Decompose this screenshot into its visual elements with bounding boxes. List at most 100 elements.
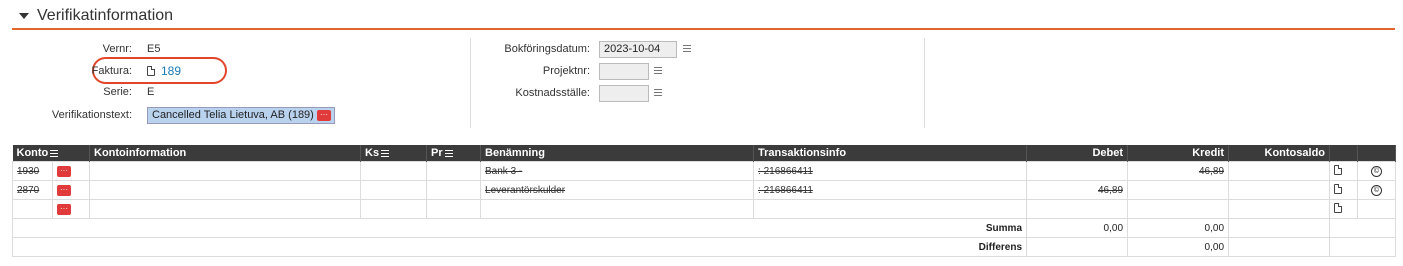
pr-cell[interactable]: [426, 161, 482, 181]
dots-cell: ···: [51, 161, 91, 181]
copyright-cell[interactable]: ©: [1357, 161, 1397, 181]
summa-debet: 0,00: [1026, 218, 1129, 238]
benamning-cell[interactable]: Bank 3 -: [480, 161, 755, 181]
faktura-label: Faktura:: [91, 65, 132, 77]
blank-cell: [1228, 218, 1331, 238]
faktura-value[interactable]: 189: [161, 64, 181, 78]
transaktionsinfo-cell[interactable]: : 216866411: [753, 161, 1028, 181]
copyright-cell[interactable]: ©: [1357, 180, 1397, 200]
table-header-row: Konto Kontoinformation Ks Pr Benämning T…: [12, 145, 1397, 162]
verifikationstext-value: Cancelled Telia Lietuva, AB (189): [152, 109, 314, 121]
differens-row: Differens 0,00: [11, 237, 1397, 257]
col-header-pr[interactable]: Pr: [426, 145, 482, 162]
kredit-cell[interactable]: 46,89: [1127, 161, 1230, 181]
col-header-debet[interactable]: Debet: [1026, 145, 1129, 162]
form-panel-left: Vernr: E5 Faktura: 189 Serie: E Verifika…: [12, 38, 471, 128]
kontosaldo-cell: [1228, 161, 1331, 181]
copyright-icon[interactable]: ©: [1371, 185, 1383, 196]
section-title: Verifikatinformation: [37, 7, 174, 24]
blank-cell: [1329, 237, 1397, 257]
form-panel-right: Bokföringsdatum: 2023-10-04 Projektnr: K…: [470, 38, 925, 128]
col-header-kredit[interactable]: Kredit: [1127, 145, 1230, 162]
bokforingsdatum-label: Bokföringsdatum:: [504, 43, 590, 55]
more-options-button[interactable]: ···: [57, 166, 71, 177]
list-icon[interactable]: [654, 67, 662, 74]
debet-cell[interactable]: 46,89: [1026, 180, 1129, 200]
list-icon: [381, 149, 390, 157]
list-icon[interactable]: [654, 89, 662, 96]
document-icon[interactable]: [1334, 202, 1343, 213]
projektnr-label: Projektnr:: [542, 65, 590, 77]
konto-cell[interactable]: 2870: [12, 180, 53, 200]
blank-cell: [1026, 237, 1129, 257]
list-icon: [50, 149, 59, 157]
kontosaldo-cell: [1228, 180, 1331, 200]
benamning-cell[interactable]: Leverantörskulder: [480, 180, 755, 200]
projektnr-input[interactable]: [599, 63, 649, 80]
col-header-kontosaldo[interactable]: Kontosaldo: [1228, 145, 1331, 162]
doc-cell[interactable]: [1329, 199, 1359, 219]
col-header-kontoinformation[interactable]: Kontoinformation: [89, 145, 362, 162]
more-options-button[interactable]: ···: [57, 185, 71, 196]
vernr-label: Vernr:: [102, 43, 132, 55]
kostnadsstalle-input[interactable]: [599, 85, 649, 102]
verifikationstext-field[interactable]: Cancelled Telia Lietuva, AB (189) ···: [147, 107, 335, 124]
table-row[interactable]: ···: [12, 199, 1397, 219]
kredit-cell[interactable]: [1127, 199, 1230, 219]
konto-cell[interactable]: [12, 199, 53, 219]
pr-cell[interactable]: [426, 180, 482, 200]
col-header-blank: [1329, 145, 1359, 162]
benamning-cell[interactable]: [480, 199, 755, 219]
ks-cell[interactable]: [360, 180, 428, 200]
verifikationstext-label: Verifikationstext:: [51, 109, 132, 121]
dots-cell: ···: [51, 199, 91, 219]
more-options-button[interactable]: ···: [57, 204, 71, 215]
pr-cell[interactable]: [426, 199, 482, 219]
dots-cell: ···: [51, 180, 91, 200]
list-icon[interactable]: [683, 45, 691, 52]
kostnadsstalle-label: Kostnadsställe:: [515, 87, 590, 99]
col-header-konto[interactable]: Konto: [12, 145, 91, 162]
transaction-table: Konto Kontoinformation Ks Pr Benämning T…: [11, 145, 1397, 257]
kredit-cell[interactable]: [1127, 180, 1230, 200]
kontosaldo-cell: [1228, 199, 1331, 219]
blank-cell: [1357, 199, 1397, 219]
differens-kredit: 0,00: [1127, 237, 1230, 257]
kontoinformation-cell: [89, 180, 362, 200]
document-icon[interactable]: [1334, 164, 1343, 175]
table-row[interactable]: 2870 ··· Leverantörskulder : 216866411 4…: [12, 180, 1397, 200]
more-options-button[interactable]: ···: [317, 110, 331, 121]
document-icon[interactable]: [1334, 183, 1343, 194]
serie-value: E: [147, 86, 155, 98]
debet-cell[interactable]: [1026, 161, 1129, 181]
summa-row: Summa 0,00 0,00: [11, 218, 1397, 238]
summa-label: Summa: [11, 218, 1028, 238]
copyright-icon[interactable]: ©: [1371, 166, 1383, 177]
faktura-link[interactable]: 189: [147, 64, 181, 78]
col-header-blank: [1357, 145, 1397, 162]
transaktionsinfo-cell[interactable]: : 216866411: [753, 180, 1028, 200]
col-header-ks[interactable]: Ks: [360, 145, 428, 162]
section-header[interactable]: Verifikatinformation: [12, 4, 1395, 30]
transaktionsinfo-cell[interactable]: [753, 199, 1028, 219]
konto-cell[interactable]: 1930: [12, 161, 53, 181]
ks-cell[interactable]: [360, 161, 428, 181]
differens-label: Differens: [11, 237, 1028, 257]
document-icon: [147, 66, 155, 76]
bokforingsdatum-input[interactable]: 2023-10-04: [599, 41, 677, 58]
table-row[interactable]: 1930 ··· Bank 3 - : 216866411 46,89 ©: [12, 161, 1397, 181]
kontoinformation-cell: [89, 199, 362, 219]
summa-kredit: 0,00: [1127, 218, 1230, 238]
serie-label: Serie:: [103, 86, 132, 98]
ks-cell[interactable]: [360, 199, 428, 219]
col-header-transaktionsinfo[interactable]: Transaktionsinfo: [753, 145, 1028, 162]
doc-cell[interactable]: [1329, 161, 1359, 181]
blank-cell: [1329, 218, 1397, 238]
col-header-benamning[interactable]: Benämning: [480, 145, 755, 162]
collapse-triangle-icon[interactable]: [19, 13, 29, 19]
list-icon: [444, 149, 453, 157]
blank-cell: [1228, 237, 1331, 257]
doc-cell[interactable]: [1329, 180, 1359, 200]
kontoinformation-cell: [89, 161, 362, 181]
debet-cell[interactable]: [1026, 199, 1129, 219]
